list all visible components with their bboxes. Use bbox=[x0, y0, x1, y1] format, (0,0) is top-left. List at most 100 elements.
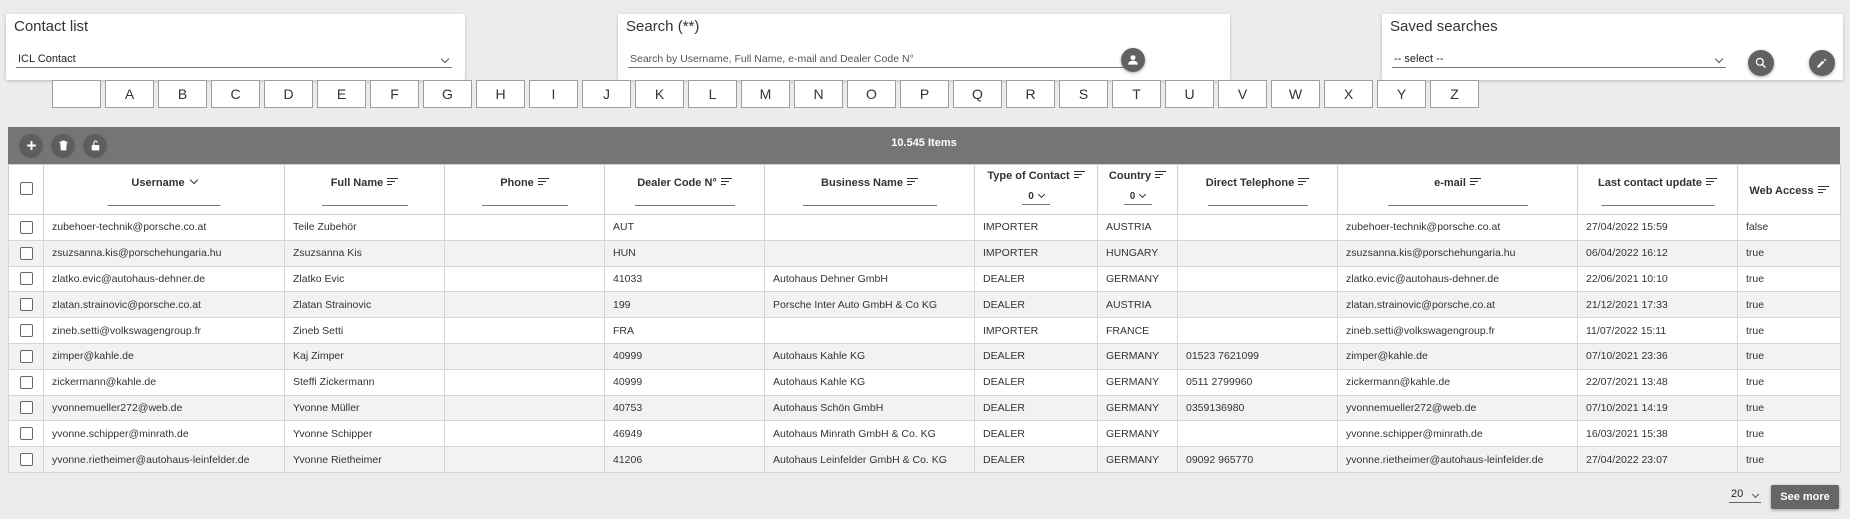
column-header-phone[interactable]: Phone bbox=[444, 164, 605, 215]
column-filter-select[interactable]: 0 bbox=[1098, 190, 1177, 205]
letter-filter-h[interactable]: H bbox=[476, 80, 525, 108]
sort-icon[interactable] bbox=[1469, 178, 1481, 186]
column-header-type[interactable]: Type of Contact 0 bbox=[974, 164, 1098, 215]
letter-filter-k[interactable]: K bbox=[635, 80, 684, 108]
sort-icon[interactable] bbox=[906, 178, 918, 186]
letter-filter-b[interactable]: B bbox=[158, 80, 207, 108]
row-checkbox[interactable] bbox=[19, 401, 33, 415]
cell-type: DEALER bbox=[974, 342, 1098, 370]
column-header-country[interactable]: Country 0 bbox=[1097, 164, 1178, 215]
letter-filter-r[interactable]: R bbox=[1006, 80, 1055, 108]
letter-filter-c[interactable]: C bbox=[211, 80, 260, 108]
letter-filter-m[interactable]: M bbox=[741, 80, 790, 108]
column-filter-underline[interactable] bbox=[481, 205, 568, 206]
table-row[interactable]: zineb.setti@volkswagengroup.fr Zineb Sett… bbox=[8, 317, 1841, 344]
column-filter-underline[interactable] bbox=[1387, 205, 1528, 206]
row-select-cell bbox=[8, 342, 44, 370]
edit-search-button[interactable] bbox=[1809, 50, 1835, 76]
sort-icon[interactable] bbox=[1155, 171, 1167, 179]
table-row[interactable]: zubehoer-technik@porsche.co.at Teile Zube… bbox=[8, 214, 1841, 241]
row-checkbox[interactable] bbox=[19, 220, 33, 234]
row-checkbox[interactable] bbox=[19, 246, 33, 260]
letter-filter-p[interactable]: P bbox=[900, 80, 949, 108]
sort-icon[interactable] bbox=[387, 178, 399, 186]
table-row[interactable]: zlatko.evic@autohaus-dehner.de Zlatko Evi… bbox=[8, 265, 1841, 293]
letter-filter-v[interactable]: V bbox=[1218, 80, 1267, 108]
column-filter-underline[interactable] bbox=[1601, 205, 1714, 206]
sort-icon[interactable] bbox=[1298, 178, 1310, 186]
row-checkbox[interactable] bbox=[19, 349, 33, 363]
column-filter-underline[interactable] bbox=[321, 205, 408, 206]
letter-filter-u[interactable]: U bbox=[1165, 80, 1214, 108]
letter-filter-l[interactable]: L bbox=[688, 80, 737, 108]
table-row[interactable]: yvonnemueller272@web.de Yvonne Müller 4075… bbox=[8, 394, 1841, 422]
chevron-down-icon bbox=[1139, 190, 1147, 199]
row-checkbox[interactable] bbox=[19, 375, 33, 389]
sort-icon[interactable] bbox=[1705, 178, 1717, 186]
cell-phone bbox=[444, 291, 605, 319]
sort-icon-bar bbox=[1817, 189, 1826, 191]
select-all-checkbox[interactable] bbox=[19, 182, 33, 195]
column-filter-underline[interactable] bbox=[107, 205, 221, 206]
row-select-cell bbox=[8, 446, 44, 473]
see-more-button[interactable]: See more bbox=[1771, 485, 1839, 509]
letter-filter-y[interactable]: Y bbox=[1377, 80, 1426, 108]
person-search-button[interactable] bbox=[1121, 48, 1145, 72]
sort-icon[interactable] bbox=[1817, 186, 1829, 194]
contact-list-select[interactable]: ICL Contact bbox=[16, 51, 452, 68]
table-row[interactable]: zlatan.strainovic@porsche.co.at Zlatan St… bbox=[8, 291, 1841, 319]
column-header-email[interactable]: e-mail bbox=[1337, 164, 1578, 215]
column-header-full-name[interactable]: Full Name bbox=[284, 164, 445, 215]
column-filter-underline[interactable] bbox=[1207, 205, 1308, 206]
sort-icon[interactable] bbox=[1073, 171, 1085, 179]
column-filter-underline[interactable] bbox=[802, 205, 937, 206]
letter-filter-q[interactable]: Q bbox=[953, 80, 1002, 108]
row-checkbox[interactable] bbox=[19, 272, 33, 286]
letter-filter-a[interactable]: A bbox=[105, 80, 154, 108]
sort-desc-icon[interactable] bbox=[189, 175, 198, 185]
table-row[interactable]: zsuzsanna.kis@porschehungaria.hu Zsuzsann… bbox=[8, 239, 1841, 267]
letter-filter-s[interactable]: S bbox=[1059, 80, 1108, 108]
column-filter-select[interactable]: 0 bbox=[975, 190, 1097, 205]
letter-filter-g[interactable]: G bbox=[423, 80, 472, 108]
letter-filter-t[interactable]: T bbox=[1112, 80, 1161, 108]
table-row[interactable]: zimper@kahle.de Kaj Zimper 40999 Autohaus K… bbox=[8, 342, 1841, 370]
letter-filter-d[interactable]: D bbox=[264, 80, 313, 108]
cell-direct-phone: 09092 965770 bbox=[1177, 446, 1338, 473]
column-header-web-access[interactable]: Web Access bbox=[1737, 164, 1841, 215]
column-header-dealer-code[interactable]: Dealer Code N° bbox=[604, 164, 765, 215]
page-size-select[interactable]: 20 bbox=[1729, 488, 1761, 503]
search-input[interactable] bbox=[628, 51, 1128, 68]
letter-filter-w[interactable]: W bbox=[1271, 80, 1320, 108]
column-header-direct-phone[interactable]: Direct Telephone bbox=[1177, 164, 1338, 215]
column-filter-underline[interactable] bbox=[634, 205, 735, 206]
table-row[interactable]: yvonne.rietheimer@autohaus-leinfelder.de… bbox=[8, 446, 1841, 473]
letter-filter-e[interactable]: E bbox=[317, 80, 366, 108]
letter-filter-i[interactable]: I bbox=[529, 80, 578, 108]
column-header-last-update[interactable]: Last contact update bbox=[1577, 164, 1738, 215]
row-checkbox[interactable] bbox=[19, 298, 33, 312]
sort-icon[interactable] bbox=[537, 178, 549, 186]
letter-filter-bar: ABCDEFGHIJKLMNOPQRSTUVWXYZ bbox=[52, 80, 1483, 108]
row-checkbox[interactable] bbox=[19, 324, 33, 338]
letter-filter-o[interactable]: O bbox=[847, 80, 896, 108]
letter-filter-z[interactable]: Z bbox=[1430, 80, 1479, 108]
cell-last-update: 11/07/2022 15:11 bbox=[1577, 317, 1738, 344]
column-filter-underline bbox=[1022, 204, 1050, 205]
table-row[interactable]: yvonne.schipper@minrath.de Yvonne Schippe… bbox=[8, 420, 1841, 448]
search-button[interactable] bbox=[1748, 50, 1774, 76]
cell-username: zickermann@kahle.de bbox=[43, 368, 285, 396]
row-checkbox[interactable] bbox=[19, 453, 33, 467]
letter-filter-all[interactable] bbox=[52, 80, 101, 108]
cell-email: zineb.setti@volkswagengroup.fr bbox=[1337, 317, 1578, 344]
sort-icon[interactable] bbox=[720, 178, 732, 186]
saved-searches-select[interactable]: -- select -- bbox=[1392, 51, 1726, 68]
column-header-business-name[interactable]: Business Name bbox=[764, 164, 975, 215]
letter-filter-f[interactable]: F bbox=[370, 80, 419, 108]
letter-filter-x[interactable]: X bbox=[1324, 80, 1373, 108]
letter-filter-j[interactable]: J bbox=[582, 80, 631, 108]
table-row[interactable]: zickermann@kahle.de Steffi Zickermann 4099… bbox=[8, 368, 1841, 396]
letter-filter-n[interactable]: N bbox=[794, 80, 843, 108]
row-checkbox[interactable] bbox=[19, 427, 33, 441]
column-header-username[interactable]: Username bbox=[43, 164, 285, 215]
